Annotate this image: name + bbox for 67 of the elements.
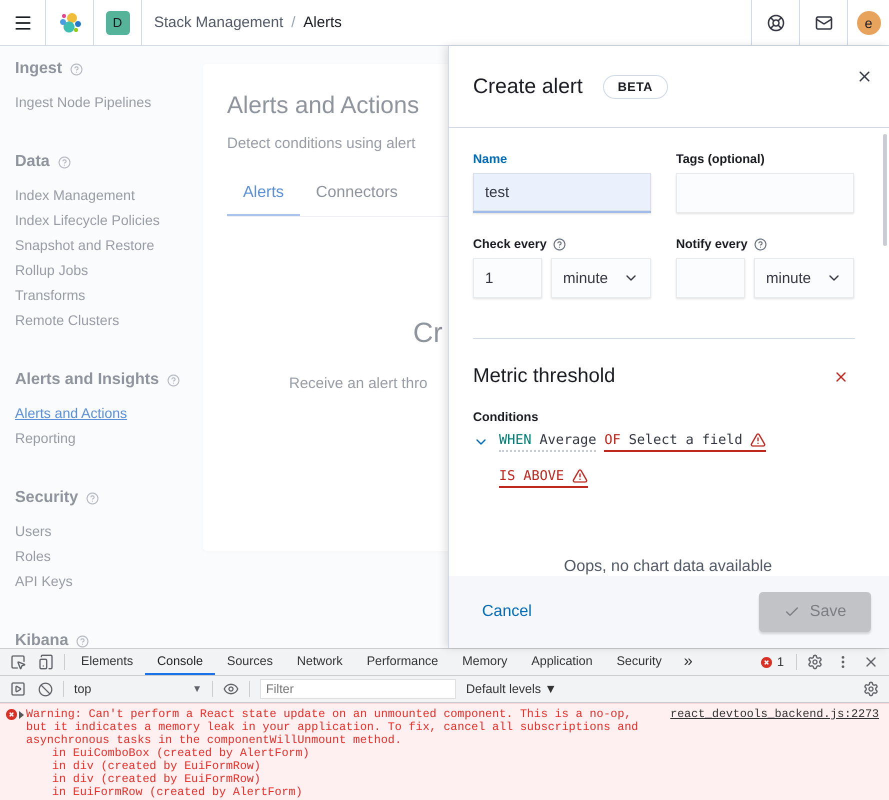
flyout-title: Create alert <box>473 74 583 98</box>
unit-select[interactable]: minute <box>754 258 854 298</box>
breadcrumb[interactable]: Stack Management <box>154 14 284 31</box>
help-icon[interactable] <box>754 238 767 250</box>
expression-button[interactable]: OF Select a field <box>604 432 766 452</box>
cancel-link[interactable]: Cancel <box>473 603 541 621</box>
conditions-label: Conditions <box>473 410 540 424</box>
breadcrumb-separator: / <box>291 14 296 31</box>
settings-icon[interactable] <box>863 681 879 697</box>
stack-line: in div (created by EuiFormRow) <box>52 773 262 786</box>
stack-line: in div (created by EuiFormRow) <box>52 760 262 773</box>
console-message: Warning: Can't perform a React state update on an unmounted component. This is a no-op, but it indicates a memory leak in your application. To fix, cancel all subscriptions and asynchronous tasks in the componentWillUnmount method. <box>26 708 640 747</box>
logo-icon[interactable] <box>58 10 82 34</box>
unit-select[interactable]: minute <box>551 258 651 298</box>
help-menu-icon[interactable] <box>766 14 784 32</box>
sidebar-section-title: Alerts and Insights <box>15 371 160 389</box>
more-tabs-button[interactable]: » <box>674 653 703 671</box>
name-input[interactable]: test <box>473 173 651 213</box>
page-title: Alerts and Actions <box>227 92 420 120</box>
settings-icon[interactable] <box>807 654 823 670</box>
inspect-icon[interactable] <box>10 654 26 670</box>
context-select[interactable]: top ▼ <box>68 682 208 696</box>
beta-badge: BETA <box>602 74 668 98</box>
warning-icon <box>750 432 766 448</box>
stack-line: in EuiComboBox (created by AlertForm) <box>52 747 310 760</box>
levels-dropdown[interactable]: Default levels ▼ <box>462 682 561 696</box>
devtools-tab[interactable]: Application <box>519 649 605 675</box>
devtools-tab[interactable]: Memory <box>450 649 520 675</box>
help-icon[interactable] <box>552 238 566 250</box>
mail-icon[interactable] <box>814 14 832 32</box>
expression-button[interactable]: WHEN Average <box>499 432 596 452</box>
sidebar-section-title: Data <box>15 153 50 171</box>
stack-line: in EuiFormRow (created by AlertForm) <box>52 786 304 799</box>
expand-icon[interactable] <box>19 711 24 719</box>
chart-message: Oops, no chart data available <box>562 558 774 576</box>
error-icon <box>6 709 17 720</box>
page-description: Detect conditions using alert <box>227 135 416 152</box>
sidebar-section-title: Security <box>15 489 78 507</box>
devtools-tab[interactable]: Security <box>604 649 674 675</box>
field-label: Name <box>473 152 508 166</box>
sidebar-section-title: Kibana <box>15 632 68 648</box>
field-label: Notify every <box>676 237 748 251</box>
empty-state-text: Receive an alert thro <box>289 375 428 392</box>
devtools-tab[interactable]: Sources <box>214 649 285 675</box>
clear-console-icon[interactable] <box>38 682 53 696</box>
space-avatar[interactable]: D <box>106 10 130 34</box>
error-icon <box>761 656 772 668</box>
device-icon[interactable] <box>38 654 54 670</box>
eye-icon[interactable] <box>223 681 239 697</box>
scrollbar[interactable] <box>883 134 887 246</box>
field-label: Check every <box>473 237 547 251</box>
field-label: Tags (optional) <box>676 152 765 166</box>
devtools-tab[interactable]: Elements <box>69 649 146 675</box>
expression-button[interactable]: IS ABOVE <box>499 468 588 488</box>
source-link[interactable]: react_devtools_backend.js:2273 <box>670 708 879 747</box>
alert-type-title: Metric threshold <box>473 365 616 388</box>
filter-input[interactable]: Filter <box>260 679 456 699</box>
error-count[interactable]: 1 <box>777 655 784 669</box>
devtools-tab[interactable]: Network <box>284 649 355 675</box>
sidebar-toggle-icon[interactable] <box>10 681 26 697</box>
sidebar-section-title: Ingest <box>15 60 62 78</box>
breadcrumb[interactable]: Alerts <box>303 14 342 31</box>
devtools-tab[interactable]: Performance <box>354 649 450 675</box>
warning-icon <box>572 468 588 484</box>
interval-input[interactable]: 1 <box>473 258 542 298</box>
empty-state-title: Cr <box>413 317 443 349</box>
user-avatar[interactable]: e <box>856 10 880 34</box>
